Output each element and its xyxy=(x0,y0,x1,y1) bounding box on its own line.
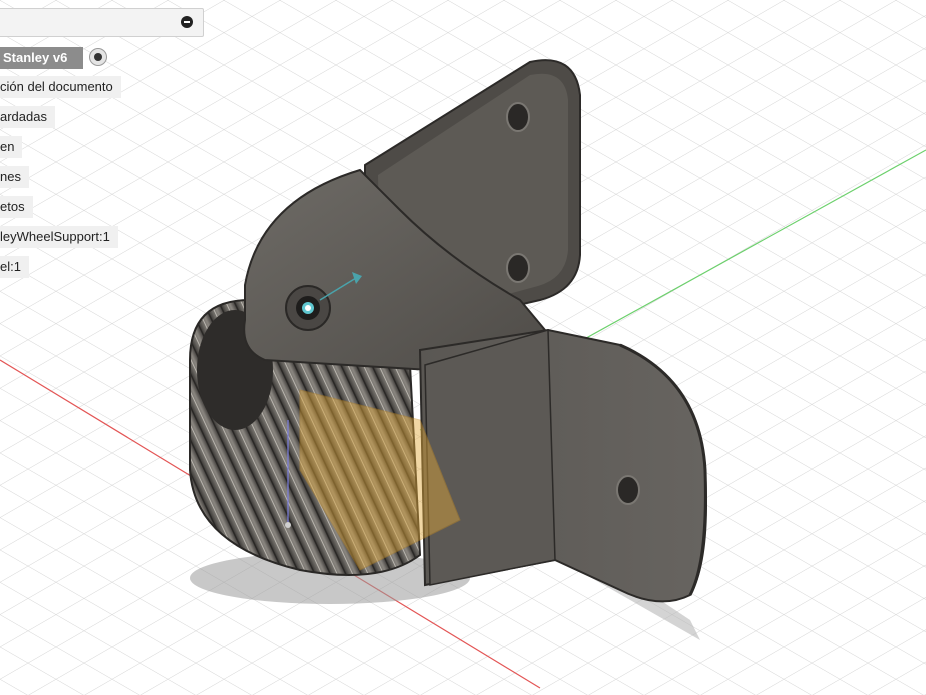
mount-hole-middle xyxy=(506,253,530,283)
mount-hole-front xyxy=(616,475,640,505)
browser-item-label: en xyxy=(0,139,15,154)
browser-item-label: leyWheelSupport:1 xyxy=(0,229,110,244)
radio-active-icon[interactable] xyxy=(89,48,107,66)
browser-item-label: etos xyxy=(0,199,25,214)
3d-viewport[interactable] xyxy=(0,0,926,695)
browser-item-label: ción del documento xyxy=(0,79,113,94)
root-label: Stanley v6 xyxy=(3,50,68,65)
browser-item-saved-views[interactable]: ardadas xyxy=(0,106,55,128)
browser-item-origin[interactable]: en xyxy=(0,136,23,158)
browser-root-item[interactable]: Stanley v6 xyxy=(0,47,84,69)
browser-item-label: ardadas xyxy=(0,109,47,124)
mount-hole-top xyxy=(506,102,530,132)
browser-item-wheel[interactable]: el:1 xyxy=(0,256,29,278)
origin-point-icon xyxy=(285,522,291,528)
browser-item-label: el:1 xyxy=(0,259,21,274)
browser-item-document-settings[interactable]: ción del documento xyxy=(0,76,121,98)
browser-item-bodies[interactable]: etos xyxy=(0,196,33,218)
browser-panel-header xyxy=(0,8,204,37)
browser-item-label: nes xyxy=(0,169,21,184)
minus-circle-icon[interactable] xyxy=(181,16,193,28)
browser-item-wheel-support[interactable]: leyWheelSupport:1 xyxy=(0,226,118,248)
browser-item-joints[interactable]: nes xyxy=(0,166,29,188)
